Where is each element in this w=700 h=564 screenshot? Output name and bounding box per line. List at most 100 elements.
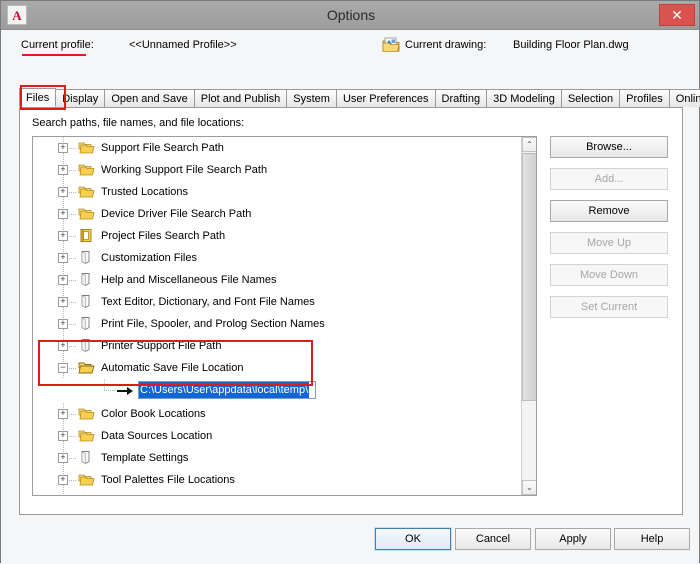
remove-button[interactable]: Remove — [550, 200, 668, 222]
ok-button[interactable]: OK — [375, 528, 451, 550]
expander-icon[interactable]: + — [58, 431, 68, 441]
tab-open-and-save[interactable]: Open and Save — [104, 89, 194, 107]
folders-stack-icon — [78, 472, 95, 487]
path-action-buttons: Browse... Add... Remove Move Up Move Dow… — [550, 136, 670, 328]
tree-connector — [69, 480, 77, 481]
expander-icon[interactable]: + — [58, 209, 68, 219]
dialog-footer: OK Cancel Apply Help — [1, 520, 700, 564]
tab-files[interactable]: Files — [19, 88, 56, 107]
automatic-save-path-row[interactable]: C:\Users\User\appdata\local\temp\ — [33, 379, 522, 403]
tree-item-trusted-locations[interactable]: + Trusted Locations — [33, 181, 522, 203]
tree-item-project-files-search-path[interactable]: + Project Files Search Path — [33, 225, 522, 247]
tab-plot-and-publish[interactable]: Plot and Publish — [194, 89, 288, 107]
expander-icon[interactable]: + — [58, 231, 68, 241]
expander-icon[interactable]: + — [58, 453, 68, 463]
expander-icon[interactable]: + — [58, 253, 68, 263]
tree-item-working-support-file-search-path[interactable]: + Working Support File Search Path — [33, 159, 522, 181]
tree-item-label: Data Sources Location — [101, 425, 212, 447]
files-panel: Search paths, file names, and file locat… — [19, 107, 683, 515]
tree-item-data-sources-location[interactable]: + Data Sources Location — [33, 425, 522, 447]
tab-drafting[interactable]: Drafting — [435, 89, 488, 107]
tree-item-printer-support-file-path[interactable]: + Printer Support File Path — [33, 335, 522, 357]
scrollbar-thumb[interactable] — [522, 153, 537, 401]
tree-connector — [69, 258, 77, 259]
expander-icon[interactable]: + — [58, 475, 68, 485]
tree-item-label: Project Files Search Path — [101, 225, 225, 247]
tree-item-label: Device Driver File Search Path — [101, 203, 251, 225]
tree-vertical-scrollbar[interactable]: ⌃ ⌄ — [521, 137, 536, 495]
tree-item-label: Printer Support File Path — [101, 335, 221, 357]
browse-button[interactable]: Browse... — [550, 136, 668, 158]
tree-connector — [104, 390, 115, 391]
tree-item-device-driver-file-search-path[interactable]: + Device Driver File Search Path — [33, 203, 522, 225]
tree-connector — [69, 192, 77, 193]
tree-item-label: Print File, Spooler, and Prolog Section … — [101, 313, 325, 335]
tree-item-label: Help and Miscellaneous File Names — [101, 269, 276, 291]
tree-item-label: Support File Search Path — [101, 137, 224, 159]
folders-stack-icon — [78, 140, 95, 155]
tree-connector — [69, 302, 77, 303]
document-icon — [78, 250, 95, 265]
tree-connector — [69, 414, 77, 415]
tab-selection[interactable]: Selection — [561, 89, 620, 107]
tree-item-color-book-locations[interactable]: + Color Book Locations — [33, 403, 522, 425]
file-locations-tree[interactable]: + Support File Search Path + — [32, 136, 537, 496]
automatic-save-path-input[interactable]: C:\Users\User\appdata\local\temp\ — [138, 381, 316, 399]
tree-item-tool-palettes-file-locations[interactable]: + Tool Palettes File Locations — [33, 469, 522, 491]
expander-icon[interactable]: + — [58, 297, 68, 307]
tree-item-template-settings[interactable]: + Template Settings — [33, 447, 522, 469]
expander-icon[interactable]: + — [58, 165, 68, 175]
add-button: Add... — [550, 168, 668, 190]
tab-online[interactable]: Online — [669, 89, 700, 107]
tree-item-customization-files[interactable]: + Customization Files — [33, 247, 522, 269]
tab-3d-modeling[interactable]: 3D Modeling — [486, 89, 562, 107]
folder-open-icon — [78, 360, 95, 375]
tree-item-label: Text Editor, Dictionary, and Font File N… — [101, 291, 315, 313]
tree-connector — [69, 324, 77, 325]
tree-item-help-and-miscellaneous-file-names[interactable]: + Help and Miscellaneous File Names — [33, 269, 522, 291]
document-icon — [78, 272, 95, 287]
right-arrow-icon — [116, 383, 134, 399]
tree-item-label: Template Settings — [101, 447, 188, 469]
tree-items: + Support File Search Path + — [33, 137, 522, 496]
tab-display[interactable]: Display — [55, 89, 105, 107]
binder-icon — [78, 228, 95, 243]
tree-item-authoring-palette-file-locations[interactable]: + Authoring Palette File Locations — [33, 491, 522, 496]
move-up-button: Move Up — [550, 232, 668, 254]
collapse-icon[interactable]: − — [58, 363, 68, 373]
tree-item-automatic-save-file-location[interactable]: − Automatic Save File Location — [33, 357, 522, 379]
document-icon — [78, 294, 95, 309]
tree-item-text-editor-dictionary-and-font-file-names[interactable]: + Text Editor, Dictionary, and Font File… — [33, 291, 522, 313]
cancel-button[interactable]: Cancel — [455, 528, 531, 550]
tab-strip: Files Display Open and Save Plot and Pub… — [19, 88, 683, 107]
tree-item-support-file-search-path[interactable]: + Support File Search Path — [33, 137, 522, 159]
expander-icon[interactable]: + — [58, 187, 68, 197]
title-bar: A Options ✕ — [1, 1, 699, 30]
tree-item-print-file-spooler-and-prolog-section-names[interactable]: + Print File, Spooler, and Prolog Sectio… — [33, 313, 522, 335]
tree-connector — [69, 436, 77, 437]
tab-profiles[interactable]: Profiles — [619, 89, 670, 107]
close-icon[interactable]: ✕ — [659, 4, 695, 26]
expander-icon[interactable]: + — [58, 319, 68, 329]
folders-stack-icon — [78, 162, 95, 177]
document-icon — [78, 338, 95, 353]
profile-header-row: Current profile: <<Unnamed Profile>> Cur… — [1, 34, 700, 58]
tab-system[interactable]: System — [286, 89, 337, 107]
folders-stack-icon — [78, 428, 95, 443]
tab-user-preferences[interactable]: User Preferences — [336, 89, 436, 107]
scroll-up-icon[interactable]: ⌃ — [522, 137, 537, 152]
tree-item-label: Tool Palettes File Locations — [101, 469, 235, 491]
tree-connector — [69, 458, 77, 459]
tree-item-label: Trusted Locations — [101, 181, 188, 203]
scroll-down-icon[interactable]: ⌄ — [522, 480, 537, 495]
tree-item-label: Customization Files — [101, 247, 197, 269]
expander-icon[interactable]: + — [58, 275, 68, 285]
apply-button[interactable]: Apply — [535, 528, 611, 550]
move-down-button: Move Down — [550, 264, 668, 286]
expander-icon[interactable]: + — [58, 143, 68, 153]
expander-icon[interactable]: + — [58, 341, 68, 351]
tree-connector — [69, 170, 77, 171]
help-button[interactable]: Help — [614, 528, 690, 550]
expander-icon[interactable]: + — [58, 409, 68, 419]
dialog-content: Current profile: <<Unnamed Profile>> Cur… — [1, 30, 699, 564]
